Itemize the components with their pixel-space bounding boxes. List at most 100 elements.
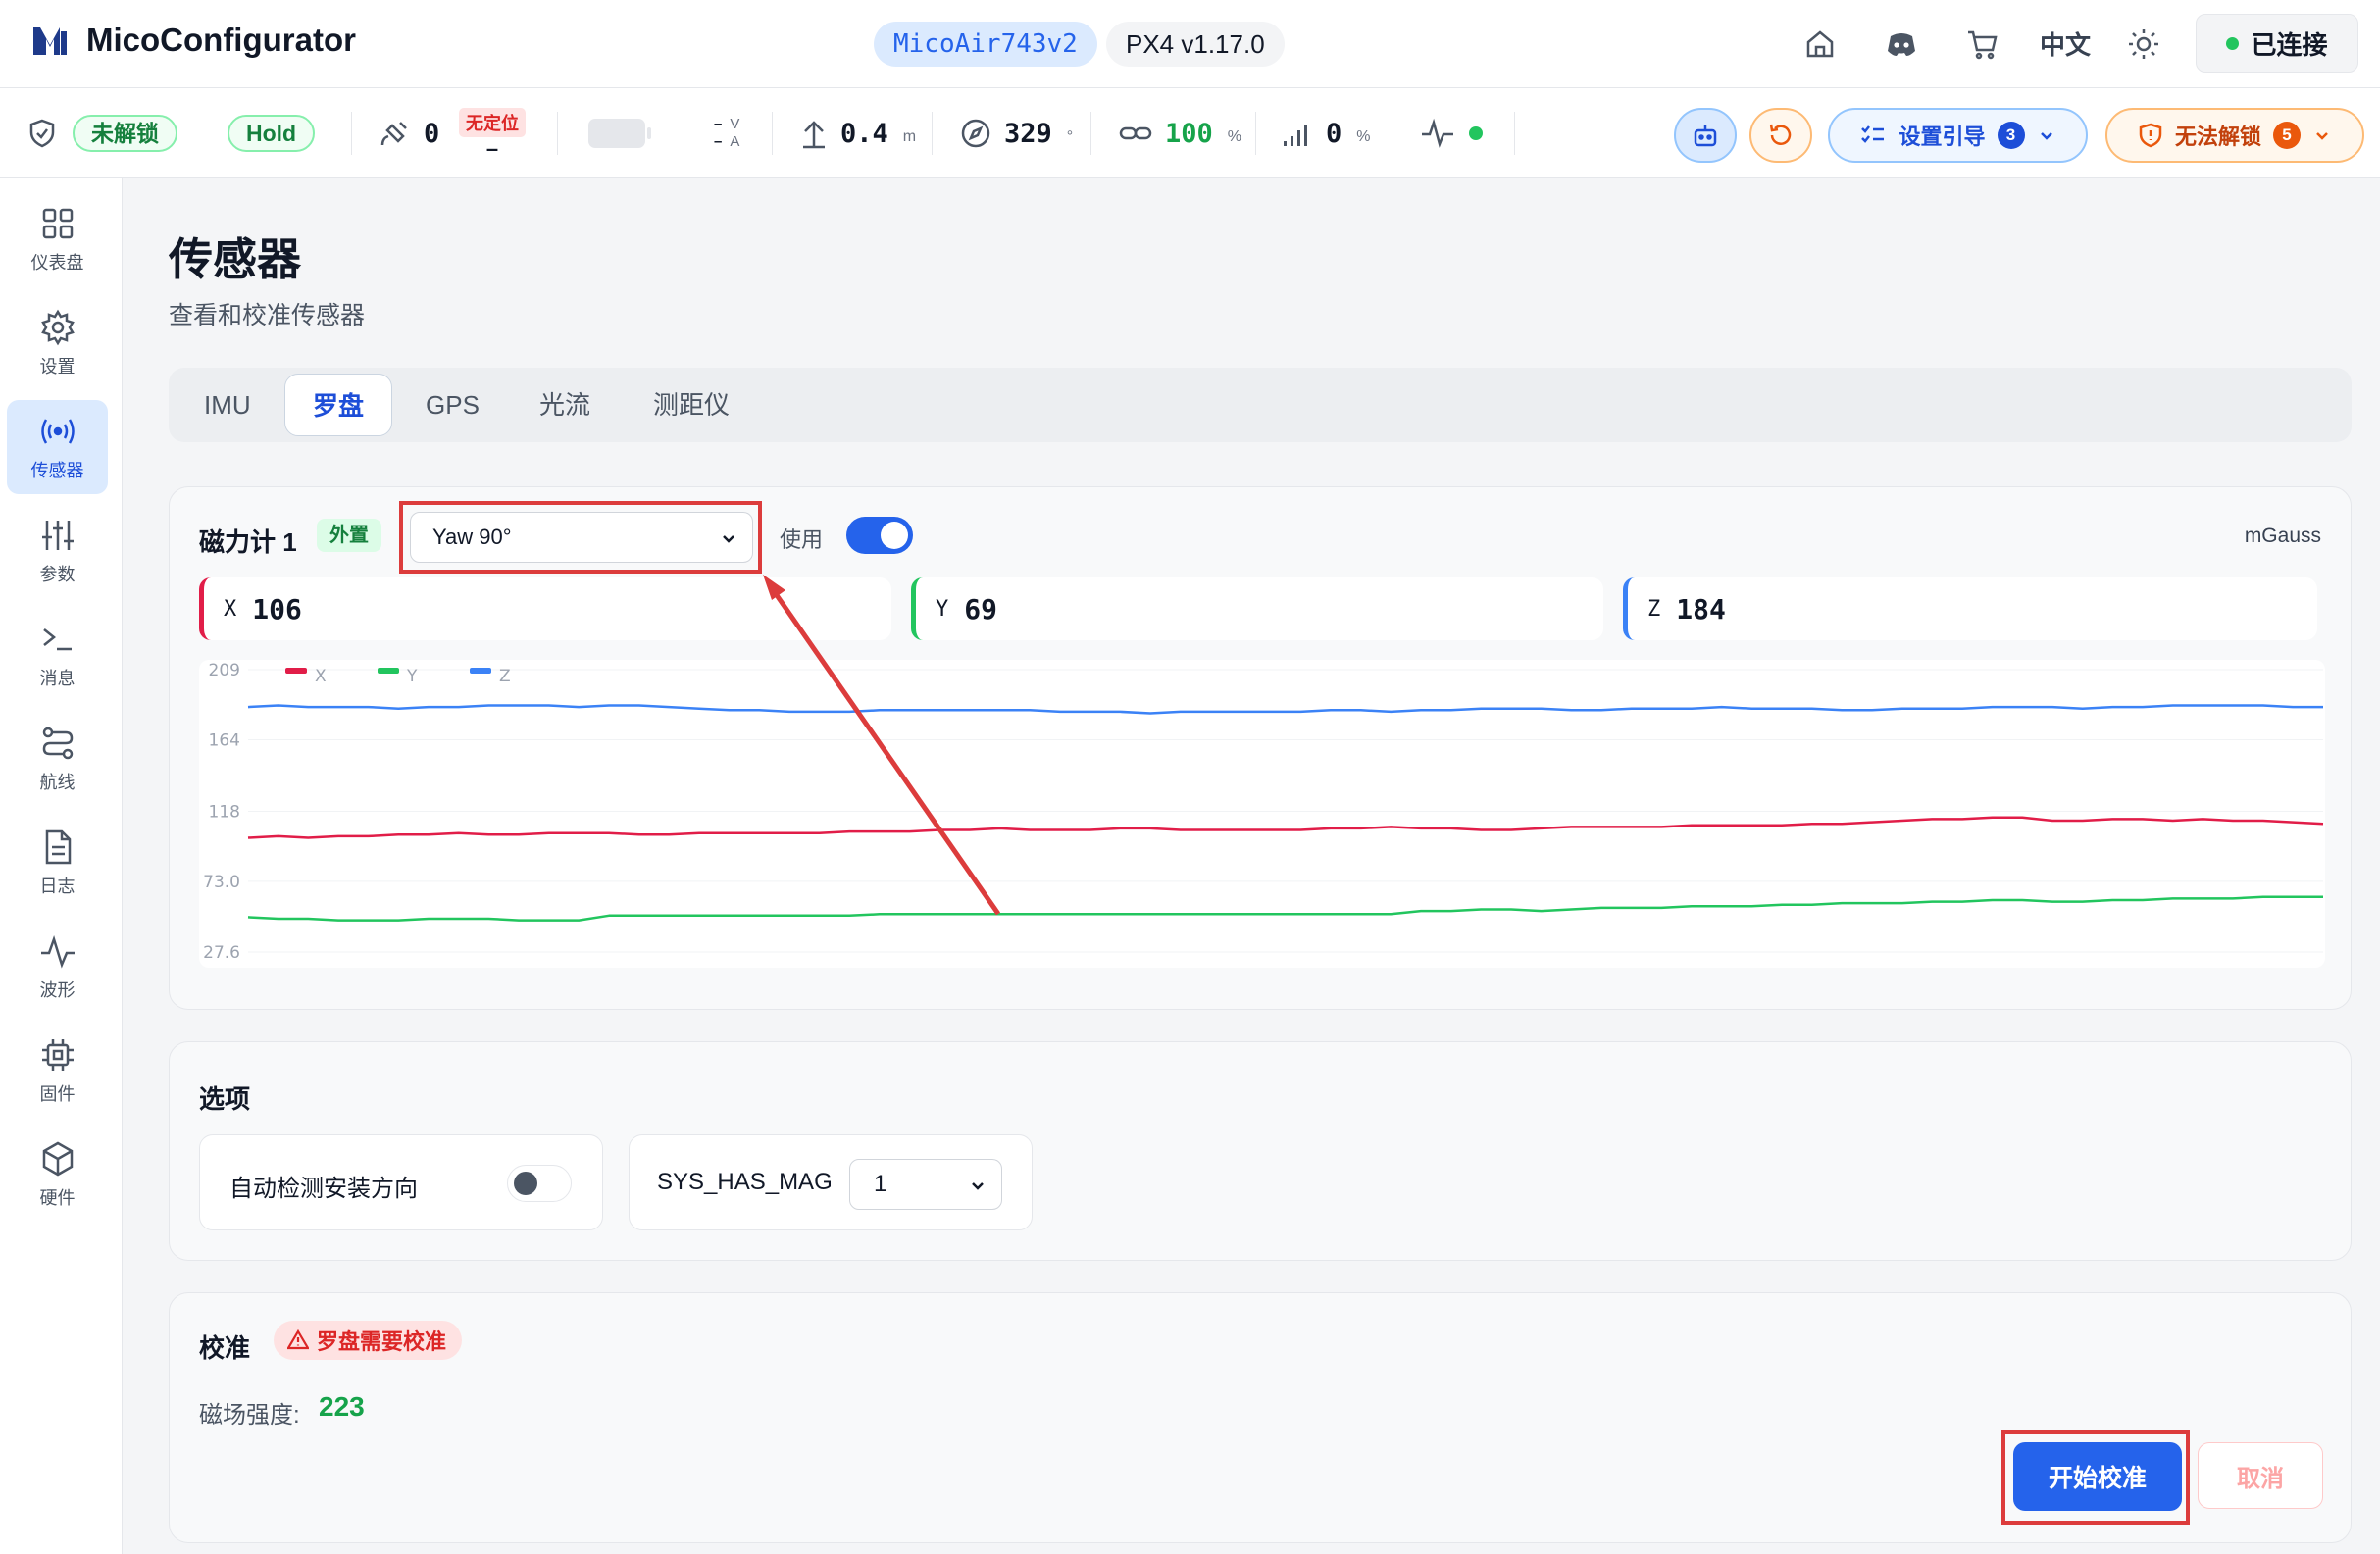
sidebar-item-waveform[interactable]: 波形 [7, 920, 108, 1014]
chevron-down-icon [972, 1182, 984, 1190]
firmware-chip: PX4 v1.17.0 [1106, 22, 1285, 67]
sidebar: 仪表盘 设置 传感器 参数 消息 航线 日志 波形 固件 硬件 [0, 178, 123, 1554]
language-button[interactable]: 中文 [2040, 25, 2091, 62]
sidebar-item-logs[interactable]: 日志 [7, 816, 108, 910]
discord-icon[interactable] [1883, 25, 1920, 63]
shield-alert-icon [2139, 123, 2162, 148]
connection-label: 已连接 [2251, 29, 2328, 60]
external-tag: 外置 [317, 519, 381, 552]
orientation-value: Yaw 90° [432, 525, 512, 549]
tab-gps[interactable]: GPS [398, 374, 507, 436]
use-label: 使用 [780, 527, 824, 552]
warning-triangle-icon [287, 1329, 309, 1350]
auto-detect-toggle[interactable] [507, 1165, 572, 1202]
satellite-icon [380, 122, 407, 146]
sidebar-item-label: 波形 [39, 980, 76, 1000]
signal-unit: % [1356, 128, 1371, 145]
tab-optical-flow[interactable]: 光流 [512, 374, 618, 436]
axis-y-value: 69 [964, 592, 997, 626]
sidebar-item-routes[interactable]: 航线 [7, 712, 108, 806]
compass-icon [961, 119, 990, 148]
sidebar-item-settings[interactable]: 设置 [7, 296, 108, 390]
options-card: 选项 自动检测安装方向 SYS_HAS_MAG 1 [169, 1041, 2352, 1261]
divider [557, 112, 558, 155]
axis-z-value: 184 [1676, 592, 1726, 626]
series-line-x [247, 816, 2324, 839]
board-chip: MicoAir743v2 [874, 22, 1097, 67]
sidebar-item-messages[interactable]: 消息 [7, 608, 108, 702]
sidebar-item-firmware[interactable]: 固件 [7, 1024, 108, 1118]
y-tick-label: 27.6 [203, 943, 240, 963]
calibration-card: 校准 罗盘需要校准 磁场强度: 223 开始校准 取消 [169, 1292, 2352, 1543]
link-icon [1119, 126, 1152, 140]
page-subtitle: 查看和校准传感器 [169, 302, 366, 329]
series-line-z [247, 704, 2323, 715]
sidebar-item-hardware[interactable]: 硬件 [7, 1128, 108, 1222]
field-strength-label: 磁场强度: [199, 1402, 300, 1429]
altitude-value: 0.4 [840, 118, 888, 149]
battery-icon [588, 119, 651, 148]
gear-icon [40, 309, 75, 346]
sidebar-item-dashboard[interactable]: 仪表盘 [7, 192, 108, 286]
axis-z-box: Z 184 [1623, 577, 2317, 640]
tab-compass[interactable]: 罗盘 [284, 374, 393, 436]
start-calibration-button[interactable]: 开始校准 [2013, 1442, 2182, 1511]
sidebar-item-label: 硬件 [39, 1188, 76, 1208]
current-unit: A [730, 133, 740, 150]
sidebar-item-sensors[interactable]: 传感器 [7, 400, 108, 494]
series-line-y [247, 895, 2323, 922]
terminal-icon [42, 628, 72, 651]
sys-has-mag-option: SYS_HAS_MAG 1 [629, 1134, 1033, 1230]
y-tick-label: 118 [209, 802, 240, 822]
arrow-up-icon [803, 121, 825, 149]
altitude-unit: m [902, 128, 917, 145]
chip-icon [41, 1039, 74, 1071]
app-title: MicoConfigurator [86, 22, 356, 58]
cart-icon[interactable] [1964, 25, 2001, 63]
calibration-warning-text: 罗盘需要校准 [317, 1329, 447, 1354]
page-title: 传感器 [169, 234, 302, 284]
y-tick-label: 164 [209, 730, 240, 750]
chevron-down-icon [2316, 132, 2328, 140]
use-toggle[interactable] [846, 517, 913, 554]
sliders-icon [41, 521, 74, 550]
home-icon[interactable] [1801, 25, 1839, 63]
tab-rangefinder[interactable]: 测距仪 [626, 374, 757, 436]
link-quality-value: 100 [1165, 118, 1213, 149]
unit-label: mGauss [2244, 525, 2321, 547]
heartbeat-status [1420, 88, 1483, 178]
orientation-select[interactable]: Yaw 90° [410, 512, 753, 563]
setup-guide-button[interactable]: 设置引导 3 [1828, 108, 2088, 163]
sidebar-item-label: 仪表盘 [30, 253, 84, 273]
sidebar-item-parameters[interactable]: 参数 [7, 504, 108, 598]
connection-button[interactable]: 已连接 [2196, 14, 2358, 73]
cannot-arm-label: 无法解锁 [2174, 125, 2261, 149]
legend-swatch-z [470, 668, 491, 674]
brand[interactable]: MicoConfigurator [31, 22, 356, 59]
sidebar-item-label: 航线 [39, 773, 76, 792]
sys-has-mag-value: 1 [874, 1171, 887, 1197]
heartbeat-icon [1422, 118, 1453, 148]
tab-imu[interactable]: IMU [177, 374, 279, 436]
axis-y-label: Y [936, 596, 949, 622]
theme-sun-icon[interactable] [2125, 25, 2162, 63]
gps-fix-value: – [485, 136, 499, 161]
cannot-arm-count: 5 [2273, 122, 2301, 149]
sidebar-item-label: 固件 [39, 1084, 76, 1104]
sensor-tabs: IMU 罗盘 GPS 光流 测距仪 [169, 368, 2352, 442]
shield-status [26, 88, 58, 178]
dashboard-icon [42, 208, 73, 239]
options-title: 选项 [199, 1084, 251, 1114]
legend-swatch-x [285, 668, 307, 674]
flight-mode-badge[interactable]: Hold [228, 115, 316, 152]
magnetometer-card: 磁力计 1 外置 Yaw 90° 使用 mGauss X 106 Y 69 Z … [169, 486, 2352, 1010]
gps-status: 0 [379, 88, 439, 178]
reboot-button[interactable] [1749, 108, 1812, 163]
cannot-arm-button[interactable]: 无法解锁 5 [2105, 108, 2364, 163]
cancel-calibration-button[interactable]: 取消 [2198, 1442, 2323, 1509]
sys-has-mag-select[interactable]: 1 [849, 1159, 1002, 1210]
robot-button[interactable] [1674, 108, 1737, 163]
signal-value: 0 [1326, 118, 1342, 149]
arm-state-badge: 未解锁 [73, 115, 177, 152]
auto-detect-option: 自动检测安装方向 [199, 1134, 603, 1230]
